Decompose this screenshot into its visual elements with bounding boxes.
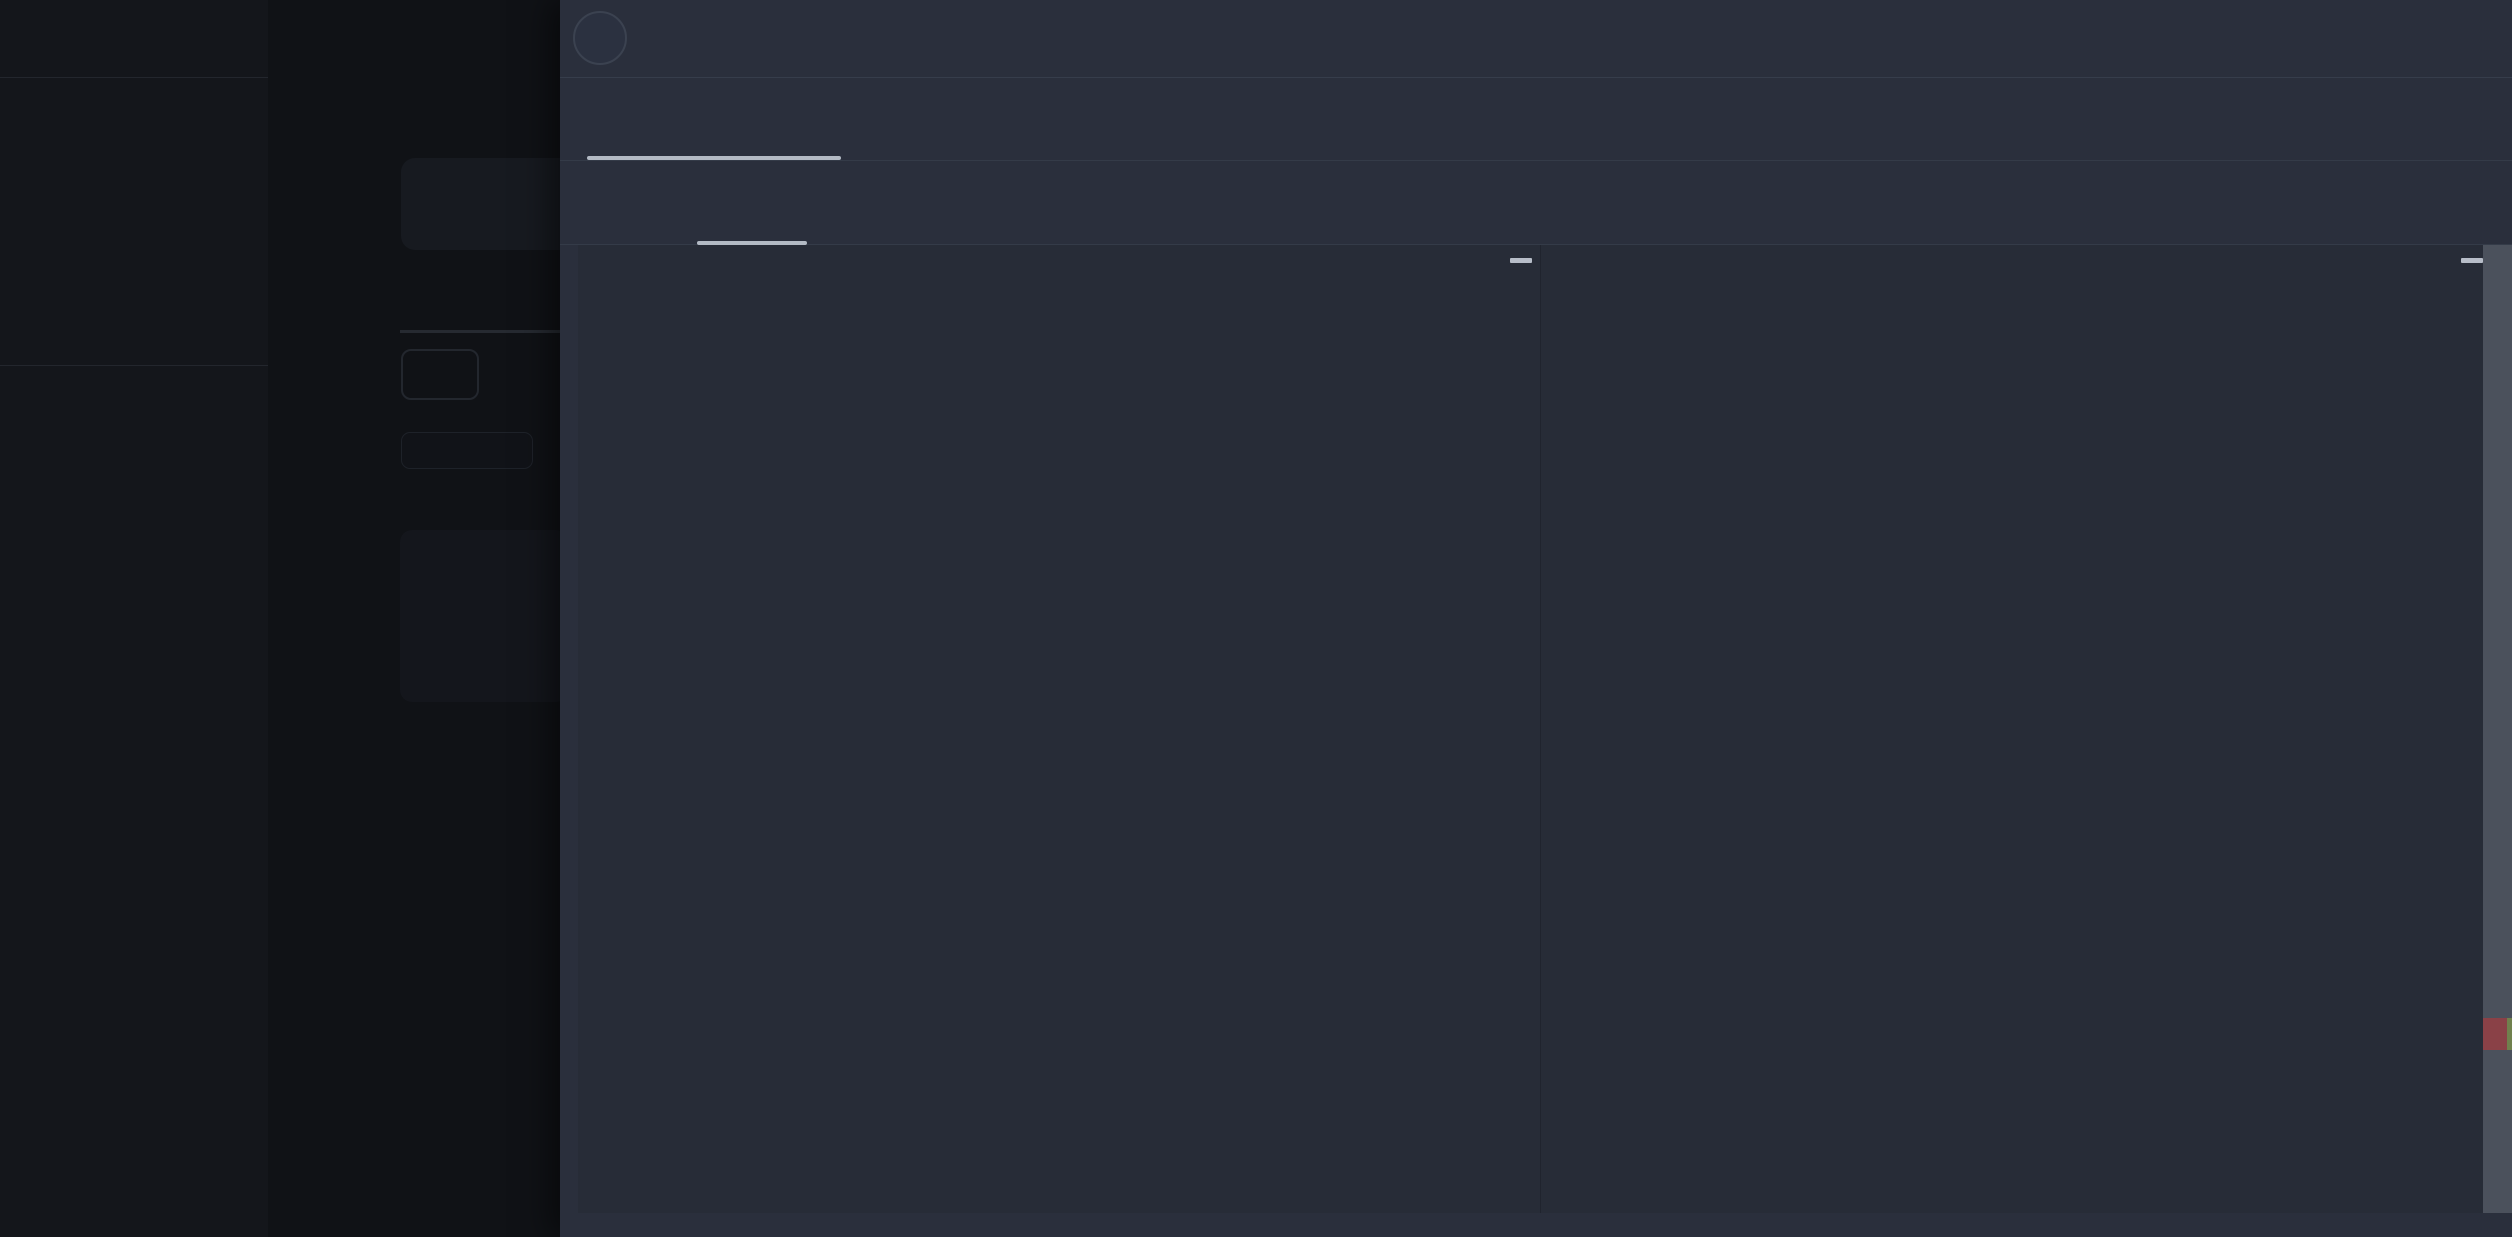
scrollbar-thumb[interactable] — [2461, 258, 2483, 263]
close-button[interactable] — [573, 11, 627, 65]
overview-added-mark — [2507, 1018, 2512, 1050]
diff-editor-original[interactable] — [578, 245, 1540, 1213]
diff-tabs-row — [560, 78, 2512, 161]
brand — [0, 0, 268, 77]
scrollbar-thumb[interactable] — [1510, 258, 1532, 263]
items-card — [400, 530, 568, 702]
owner-filter-chip[interactable] — [401, 432, 533, 469]
sidebar-divider — [0, 77, 268, 78]
overview-removed-mark — [2483, 1018, 2507, 1050]
view-tabs-row — [560, 161, 2512, 245]
diff-editor-modified[interactable] — [1541, 245, 2512, 1213]
filter-scripts-button[interactable] — [503, 349, 515, 400]
sidebar — [0, 0, 268, 1237]
sidebar-divider — [0, 365, 268, 366]
filter-all-button[interactable] — [401, 349, 479, 400]
diff-drawer — [560, 0, 2512, 1237]
app-root — [0, 0, 2512, 1237]
active-tab-underline — [587, 156, 841, 160]
diff-overview-ruler[interactable] — [2483, 245, 2512, 1213]
